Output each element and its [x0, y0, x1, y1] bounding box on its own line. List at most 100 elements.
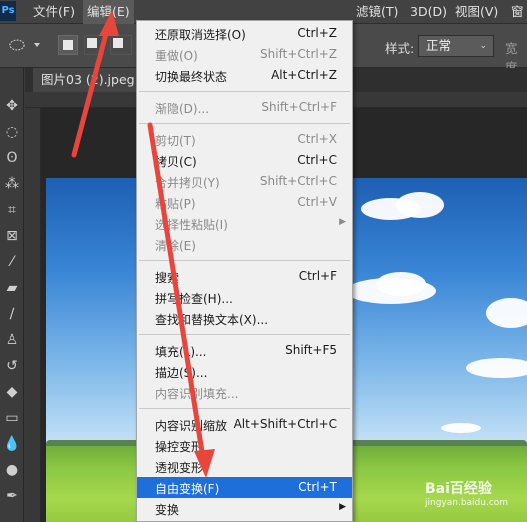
magic-wand-icon[interactable]: ⁂: [0, 172, 24, 196]
menu-item-label: 重做(O): [155, 49, 198, 63]
menu-item-label: 自由变换(F): [155, 482, 220, 496]
menu-item[interactable]: 剪切(T) Ctrl+X: [137, 129, 352, 150]
menu-item[interactable]: 还原取消选择(O) Ctrl+Z: [137, 23, 352, 44]
dodge-tool-icon[interactable]: ●: [0, 458, 24, 482]
cloud: [441, 423, 481, 433]
menu-item[interactable]: 切换最终状态 Alt+Ctrl+Z: [137, 65, 352, 86]
menu-item-label: 透视变形: [155, 461, 204, 475]
menu-item-label: 查找和替换文本(X)...: [155, 313, 269, 327]
menu-item-label: 拷贝(C): [155, 155, 197, 169]
menu-item[interactable]: 选择性粘贴(I) ▶: [137, 213, 352, 234]
menu-view[interactable]: 视图(V): [455, 0, 498, 24]
menu-item[interactable]: 描边(S)...: [137, 361, 352, 382]
healing-brush-icon[interactable]: ▰: [0, 276, 24, 300]
menu-item-shortcut: Ctrl+V: [297, 195, 337, 209]
menu-3d[interactable]: 3D(D): [410, 0, 447, 24]
history-brush-icon[interactable]: ↺: [0, 354, 24, 378]
elliptical-marquee-icon[interactable]: [9, 38, 25, 52]
menu-item-shortcut: Shift+Ctrl+F: [261, 100, 337, 114]
style-label: 样式:: [385, 41, 415, 56]
menu-separator: [139, 91, 350, 92]
menu-item[interactable]: 查找和替换文本(X)...: [137, 308, 352, 329]
gradient-tool-icon[interactable]: ▭: [0, 406, 24, 430]
new-selection-button[interactable]: [58, 35, 78, 55]
cloud: [376, 272, 426, 296]
submenu-arrow-icon: ▶: [339, 502, 346, 512]
menu-separator: [139, 334, 350, 335]
menu-item-label: 拼写检查(H)...: [155, 292, 233, 306]
menu-item-shortcut: Shift+F5: [285, 343, 337, 357]
menu-item[interactable]: 合并拷贝(Y) Shift+Ctrl+C: [137, 171, 352, 192]
marquee-tool-icon[interactable]: ◌: [0, 120, 24, 144]
menu-item[interactable]: 操控变形: [137, 435, 352, 456]
menu-item-label: 描边(S)...: [155, 366, 208, 380]
menu-separator: [139, 408, 350, 409]
subtract-selection-button[interactable]: [110, 35, 132, 55]
menu-item-label: 操控变形: [155, 440, 204, 454]
menu-item-label: 内容识别填充...: [155, 387, 239, 401]
menu-item[interactable]: 清除(E): [137, 234, 352, 255]
menu-item-shortcut: Shift+Ctrl+Z: [260, 47, 337, 61]
vertical-ruler: [25, 108, 41, 522]
menu-item-label: 剪切(T): [155, 134, 196, 148]
menu-item-label: 搜索: [155, 271, 180, 285]
menu-file[interactable]: 文件(F): [33, 0, 75, 24]
blur-tool-icon[interactable]: 💧: [0, 432, 24, 456]
menu-item-shortcut: Ctrl+F: [298, 269, 337, 283]
menu-item-shortcut: Alt+Shift+Ctrl+C: [233, 417, 337, 431]
frame-tool-icon[interactable]: ⊠: [0, 224, 24, 248]
menu-item[interactable]: 拷贝(C) Ctrl+C: [137, 150, 352, 171]
menu-item-label: 清除(E): [155, 239, 196, 253]
menu-item-shortcut: Ctrl+T: [298, 480, 337, 494]
menu-item-label: 选择性粘贴(I): [155, 218, 228, 232]
menu-separator: [139, 123, 350, 124]
dropdown-caret-icon[interactable]: [32, 38, 42, 52]
menu-item[interactable]: 渐隐(D)... Shift+Ctrl+F: [137, 97, 352, 118]
tool-panel: ✥ ◌ ʘ ⁂ ⌗ ⊠ ⁄ ▰ ∕ ♙ ↺ ◆ ▭ 💧 ● ✒: [0, 68, 24, 522]
menu-item-label: 切换最终状态: [155, 70, 228, 84]
menu-item[interactable]: 粘贴(P) Ctrl+V: [137, 192, 352, 213]
photoshop-logo-icon: Ps: [0, 1, 16, 21]
watermark: Bai百经验 jingyan.baidu.com: [425, 478, 508, 508]
menu-item-shortcut: Alt+Ctrl+Z: [271, 68, 337, 82]
menu-item[interactable]: 搜索 Ctrl+F: [137, 266, 352, 287]
style-select[interactable]: 正常 ⌄: [418, 35, 494, 57]
menu-window[interactable]: 窗: [511, 0, 524, 24]
watermark-sub: jingyan.baidu.com: [425, 498, 509, 508]
menu-item[interactable]: 重做(O) Shift+Ctrl+Z: [137, 44, 352, 65]
menu-edit[interactable]: 编辑(E): [83, 0, 134, 24]
menu-filter[interactable]: 滤镜(T): [356, 0, 398, 24]
menu-item[interactable]: 内容识别缩放 Alt+Shift+Ctrl+C: [137, 414, 352, 435]
submenu-arrow-icon: ▶: [339, 217, 346, 227]
edit-menu-dropdown: 还原取消选择(O) Ctrl+Z 重做(O) Shift+Ctrl+Z 切换最终状态 Al…: [136, 20, 353, 522]
menu-item[interactable]: 填充(L)... Shift+F5: [137, 340, 352, 361]
menu-item[interactable]: 变换 ▶: [137, 498, 352, 519]
move-tool-icon[interactable]: ✥: [0, 94, 24, 118]
menu-item[interactable]: 拼写检查(H)...: [137, 287, 352, 308]
menu-item-shortcut: Shift+Ctrl+C: [259, 174, 337, 188]
add-selection-button[interactable]: [84, 35, 104, 55]
brush-tool-icon[interactable]: ∕: [0, 302, 24, 326]
cloud: [396, 192, 444, 218]
menu-item-label: 还原取消选择(O): [155, 28, 246, 42]
menu-separator: [139, 260, 350, 261]
menu-item[interactable]: 内容识别填充...: [137, 382, 352, 403]
menu-item-shortcut: Ctrl+X: [297, 132, 337, 146]
menu-item[interactable]: 透视变形: [137, 456, 352, 477]
clone-stamp-icon[interactable]: ♙: [0, 328, 24, 352]
lasso-tool-icon[interactable]: ʘ: [0, 146, 24, 170]
eyedropper-icon[interactable]: ⁄: [0, 250, 24, 274]
eraser-icon[interactable]: ◆: [0, 380, 24, 404]
menu-item-label: 渐隐(D)...: [155, 102, 210, 116]
style-value: 正常: [426, 38, 452, 53]
menu-item-label: 变换: [155, 503, 180, 517]
menu-item[interactable]: 自由变换(F) Ctrl+T: [137, 477, 352, 498]
menu-item-shortcut: Ctrl+Z: [297, 26, 337, 40]
watermark-text: Bai百经验: [425, 481, 492, 497]
chevron-down-icon: ⌄: [479, 41, 487, 51]
crop-tool-icon[interactable]: ⌗: [0, 198, 24, 222]
pen-tool-icon[interactable]: ✒: [0, 484, 24, 508]
menu-item-shortcut: Ctrl+C: [297, 153, 337, 167]
cloud: [466, 358, 527, 378]
menu-item-label: 填充(L)...: [155, 345, 207, 359]
